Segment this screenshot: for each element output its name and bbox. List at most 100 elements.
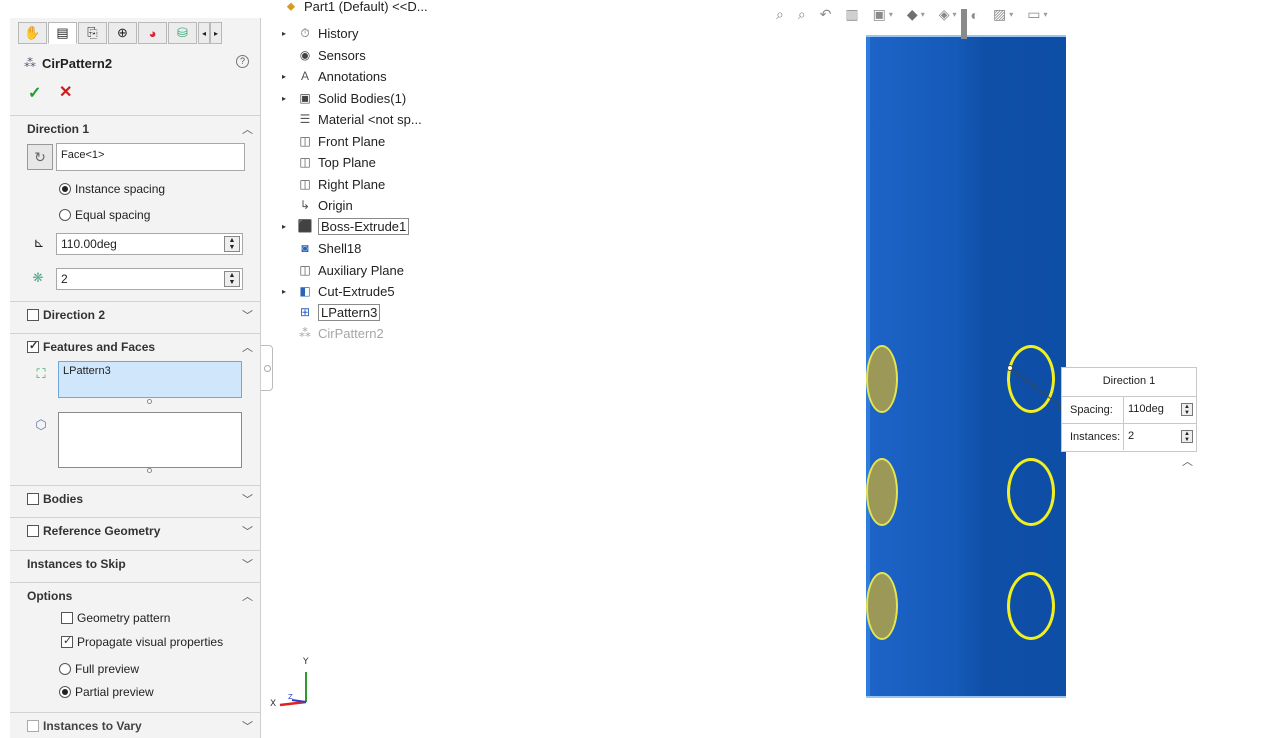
tree-item[interactable]: ▸ ▣ Solid Bodies(1) [282,88,406,108]
tree-item[interactable]: ◫ Front Plane [282,131,385,151]
callout-spacing-field[interactable]: 110deg ▲ ▼ [1123,397,1197,423]
expand-icon[interactable]: ﹀ [242,718,253,734]
tree-item[interactable]: ◙ Shell18 [282,238,361,258]
feature-manager-tab[interactable]: ✋ [18,22,47,44]
configuration-manager-tab[interactable]: ⎘ [78,22,107,44]
tree-item[interactable]: ◉ Sensors [282,45,366,65]
zoom-to-fit-icon[interactable]: ⌕ [776,6,784,23]
pattern-hole-preview[interactable] [866,458,898,526]
features-faces-checkbox[interactable] [27,339,39,353]
equal-spacing-radio[interactable]: Equal spacing [59,208,150,222]
instances-to-vary-checkbox[interactable] [27,719,39,732]
list-resize-handle[interactable] [147,399,152,404]
spin-arrows-icon[interactable]: ▲ ▼ [224,236,240,252]
dimxpert-tab[interactable]: ⊕ [108,22,137,44]
expand-arrow-icon[interactable]: ▸ [282,287,296,296]
part-model[interactable] [866,9,1066,698]
angle-spinbox[interactable]: 110.00deg ▲ ▼ [56,233,243,255]
features-faces-group-header[interactable]: Features and Faces ︿ [10,333,260,359]
collapse-icon[interactable]: ︿ [242,121,253,137]
tree-item[interactable]: ◫ Right Plane [282,174,385,194]
pattern-hole-preview[interactable] [866,345,898,413]
bodies-group-header[interactable]: Bodies ﹀ [10,485,260,511]
expand-arrow-icon[interactable]: ▸ [282,94,296,103]
tree-item[interactable]: ↳ Origin [282,195,353,215]
tree-item[interactable]: ◫ Top Plane [282,152,376,172]
edit-appearance-icon[interactable]: ◐ [971,7,979,23]
collapse-icon[interactable]: ︿ [242,339,253,355]
collapse-icon[interactable]: ︿ [242,588,253,604]
expand-icon[interactable]: ﹀ [242,307,253,323]
tab-scroll-right-button[interactable]: ▸ [210,22,222,44]
tree-item[interactable]: ◫ Auxiliary Plane [282,260,404,280]
tree-item-label: Sensors [318,47,366,63]
section-view-icon[interactable]: ▥ [845,6,858,23]
feature-title: CirPattern2 [42,55,113,71]
pattern-hole-preview[interactable] [866,572,898,640]
tree-item[interactable]: ☰ Material <not sp... [282,109,422,129]
direction2-checkbox[interactable] [27,308,39,321]
help-icon[interactable]: ? [236,55,249,68]
seed-hole-highlight[interactable] [1007,345,1055,413]
property-manager-tab[interactable]: ▤ [48,22,77,44]
display-manager-tab[interactable]: ◕ [138,22,167,44]
radio-indicator [59,209,71,221]
expand-arrow-icon[interactable]: ▸ [282,29,296,38]
partial-preview-radio[interactable]: Partial preview [59,685,154,699]
reference-geometry-checkbox[interactable] [27,524,39,537]
custom-tab[interactable]: ⛁ [168,22,197,44]
reference-geometry-group-header[interactable]: Reference Geometry ﹀ [10,517,260,543]
instances-spinbox[interactable]: 2 ▲ ▼ [56,268,243,290]
callout-collapse-icon[interactable]: ︿ [1182,453,1193,469]
direction1-callout: Direction 1 Spacing: 110deg ▲ ▼ Instances… [1061,367,1197,452]
geometry-pattern-checkbox[interactable]: Geometry pattern [61,611,170,625]
spin-arrows-icon[interactable]: ▲ ▼ [1181,430,1193,443]
spin-arrows-icon[interactable]: ▲ ▼ [224,271,240,287]
callout-instances-field[interactable]: 2 ▲ ▼ [1123,424,1197,450]
spin-arrows-icon[interactable]: ▲ ▼ [1181,403,1193,416]
expand-arrow-icon[interactable]: ▸ [282,222,296,231]
view-orientation-icon[interactable]: ▣ [873,6,893,23]
shell-icon: ◙ [301,241,309,255]
expand-arrow-icon[interactable]: ▸ [282,72,296,81]
seed-hole-highlight[interactable] [1007,458,1055,526]
options-heading: Options [27,588,73,603]
zoom-to-area-icon[interactable]: ⌕ [798,6,806,23]
direction2-group-header[interactable]: Direction 2 ﹀ [10,301,260,327]
instances-to-vary-group-header[interactable]: Instances to Vary ﹀ [10,712,260,738]
seed-hole-highlight[interactable] [1007,572,1055,640]
previous-view-icon[interactable]: ↶ [820,6,832,23]
direction1-group-header[interactable]: Direction 1 ︿ [10,115,260,141]
propagate-visual-properties-checkbox[interactable]: Propagate visual properties [61,634,223,649]
checkbox-indicator [61,612,73,624]
full-preview-radio[interactable]: Full preview [59,662,139,676]
expand-icon[interactable]: ﹀ [242,491,253,507]
panel-collapse-handle[interactable] [261,345,273,391]
instance-spacing-radio[interactable]: Instance spacing [59,182,165,196]
tree-item[interactable]: ▸ ⏱ History [282,23,358,43]
tree-item[interactable]: ▸ ◧ Cut-Extrude5 [282,281,395,301]
tab-scroll-left-button[interactable]: ◂ [198,22,210,44]
reverse-direction-button[interactable]: ↻ [27,144,53,170]
expand-icon[interactable]: ﹀ [242,556,253,572]
faces-to-pattern-list[interactable] [58,412,242,468]
tree-root[interactable]: ⬥ Part1 (Default) <<D... [282,0,428,16]
tree-item[interactable]: ⊞ LPattern3 [282,302,381,322]
display-style-icon[interactable]: ◆ [907,6,925,23]
pattern-axis-field[interactable]: Face<1> [56,143,245,171]
tree-item[interactable]: ▸ ⬛ Boss-Extrude1 [282,216,410,236]
tree-item-label: Annotations [318,68,387,84]
tree-item[interactable]: ▸ A Annotations [282,66,387,86]
ok-button[interactable]: ✓ [28,83,41,103]
apply-scene-icon[interactable]: ▨ [993,6,1013,23]
features-to-pattern-list[interactable]: LPattern3 [58,361,242,398]
hide-show-items-icon[interactable]: ◈ [939,6,957,23]
view-settings-icon[interactable]: ▭ [1027,6,1047,23]
tree-item[interactable]: ⁂ CirPattern2 [282,323,384,343]
expand-icon[interactable]: ﹀ [242,523,253,539]
bodies-checkbox[interactable] [27,492,39,505]
list-resize-handle[interactable] [147,468,152,473]
cancel-button[interactable]: ✕ [59,82,72,102]
options-group-header[interactable]: Options ︿ [10,582,260,608]
instances-to-skip-group-header[interactable]: Instances to Skip ﹀ [10,550,260,576]
